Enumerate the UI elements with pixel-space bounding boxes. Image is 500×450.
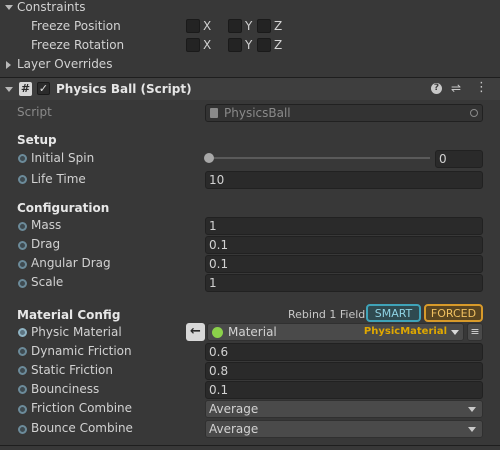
component-enabled-checkbox[interactable]: ✓ (37, 82, 50, 95)
life-time-label: Life Time (31, 172, 86, 186)
physic-material-type-label: PhysicMaterial (363, 326, 447, 337)
help-icon[interactable]: ? (431, 83, 442, 94)
script-field: PhysicsBall (205, 104, 483, 122)
bounce-combine-dropdown[interactable]: Average (205, 420, 483, 438)
friction-combine-value: Average (209, 402, 259, 416)
setup-header: Setup (17, 133, 57, 147)
freeze-rotation-x-label: X (203, 38, 212, 52)
object-picker-icon (470, 109, 478, 117)
freeze-position-label: Freeze Position (31, 19, 121, 33)
freeze-position-z-label: Z (274, 19, 283, 33)
initial-spin-slider-thumb[interactable] (204, 153, 214, 163)
angular-drag-override-icon (18, 260, 27, 269)
static-friction-override-icon (18, 366, 27, 375)
freeze-rotation-label: Freeze Rotation (31, 38, 125, 52)
physic-material-value: Material (228, 325, 277, 339)
life-time-input[interactable]: 10 (205, 171, 483, 189)
presets-icon[interactable]: ⇌ (451, 81, 461, 95)
mass-label: Mass (31, 218, 62, 232)
freeze-position-y-label: Y (245, 19, 253, 33)
initial-spin-label: Initial Spin (31, 151, 95, 165)
angular-drag-label: Angular Drag (31, 256, 111, 270)
static-friction-label: Static Friction (31, 363, 114, 377)
freeze-rotation-x-checkbox[interactable] (186, 38, 200, 52)
mass-override-icon (18, 222, 27, 231)
configuration-header: Configuration (17, 201, 110, 215)
script-hash-icon: # (19, 82, 32, 96)
layer-overrides-title[interactable]: Layer Overrides (17, 57, 112, 71)
layer-overrides-foldout-arrow[interactable] (6, 61, 11, 69)
component-header[interactable]: # ✓ Physics Ball (Script) ? ⇌ ⋮ (0, 78, 500, 100)
scale-label: Scale (31, 275, 64, 289)
bounciness-input[interactable]: 0.1 (205, 381, 483, 399)
initial-spin-input[interactable]: 0 (435, 150, 483, 168)
drag-input[interactable]: 0.1 (205, 236, 483, 254)
hamburger-menu-icon[interactable]: ≡ (467, 323, 483, 341)
constraints-foldout-arrow[interactable] (5, 5, 13, 10)
physic-material-override-icon (18, 328, 27, 337)
friction-combine-dropdown-arrow (468, 407, 476, 412)
dynamic-friction-label: Dynamic Friction (31, 344, 132, 358)
bounciness-override-icon (18, 385, 27, 394)
physic-material-asset-icon (212, 327, 223, 338)
physic-material-label: Physic Material (31, 325, 122, 339)
bounce-combine-dropdown-arrow (468, 427, 476, 432)
bottom-divider (0, 445, 500, 446)
script-label: Script (17, 105, 52, 119)
script-value: PhysicsBall (224, 106, 291, 120)
mass-input[interactable]: 1 (205, 217, 483, 235)
freeze-rotation-z-label: Z (274, 38, 283, 52)
material-config-header: Material Config (17, 308, 121, 322)
freeze-position-x-checkbox[interactable] (186, 19, 200, 33)
forced-button[interactable]: FORCED (424, 304, 483, 322)
dynamic-friction-input[interactable]: 0.6 (205, 343, 483, 361)
rebind-arrow-icon[interactable]: ← (186, 323, 205, 341)
freeze-rotation-y-checkbox[interactable] (228, 38, 242, 52)
drag-override-icon (18, 241, 27, 250)
bounciness-label: Bounciness (31, 382, 100, 396)
friction-combine-label: Friction Combine (31, 401, 133, 415)
life-time-override-icon (18, 175, 27, 184)
scale-override-icon (18, 279, 27, 288)
component-title: Physics Ball (Script) (56, 82, 192, 96)
drag-label: Drag (31, 237, 61, 251)
dynamic-friction-override-icon (18, 347, 27, 356)
friction-combine-override-icon (18, 405, 27, 414)
initial-spin-slider-track[interactable] (208, 157, 430, 159)
bounce-combine-value: Average (209, 422, 259, 436)
component-foldout-arrow[interactable] (5, 87, 13, 92)
initial-spin-override-icon (18, 154, 27, 163)
more-menu-icon[interactable]: ⋮ (475, 80, 488, 95)
physic-material-field[interactable]: Material PhysicMaterial (207, 323, 464, 341)
freeze-position-y-checkbox[interactable] (228, 19, 242, 33)
freeze-rotation-z-checkbox[interactable] (257, 38, 271, 52)
freeze-position-z-checkbox[interactable] (257, 19, 271, 33)
freeze-position-x-label: X (203, 19, 212, 33)
physic-material-dropdown-arrow[interactable] (451, 330, 459, 335)
freeze-rotation-y-label: Y (245, 38, 253, 52)
angular-drag-input[interactable]: 0.1 (205, 255, 483, 273)
scale-input[interactable]: 1 (205, 274, 483, 292)
static-friction-input[interactable]: 0.8 (205, 362, 483, 380)
bounce-combine-override-icon (18, 425, 27, 434)
smart-button[interactable]: SMART (366, 304, 421, 322)
constraints-title[interactable]: Constraints (17, 0, 85, 14)
bounce-combine-label: Bounce Combine (31, 421, 133, 435)
friction-combine-dropdown[interactable]: Average (205, 400, 483, 418)
script-file-icon (210, 108, 218, 118)
rebind-label: Rebind 1 Field: (288, 308, 369, 321)
